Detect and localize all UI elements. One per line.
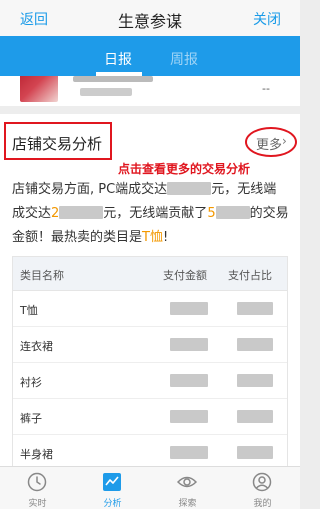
- nav-label: 我的: [253, 499, 272, 509]
- nav-item-analysis[interactable]: 分析: [75, 467, 150, 509]
- highlight-number: 5: [207, 206, 216, 221]
- category-name: 衬衫: [20, 376, 42, 389]
- redacted-share: [237, 338, 273, 351]
- category-name: 连衣裙: [20, 340, 53, 353]
- annotation-text: 点击查看更多的交易分析: [118, 162, 251, 176]
- column-header-amount: 支付金额: [163, 269, 207, 282]
- close-button[interactable]: 关闭: [253, 9, 281, 29]
- more-link[interactable]: 更多: [256, 134, 282, 153]
- nav-item-realtime[interactable]: 实时: [0, 467, 75, 509]
- product-thumbnail: [20, 76, 58, 102]
- table-header: 类目名称 支付金额 支付占比: [13, 257, 287, 291]
- eye-icon: [177, 476, 197, 488]
- tab-weekly-report[interactable]: 周报: [170, 49, 198, 69]
- top-category: T恤: [142, 230, 163, 245]
- summary-text: 成交达: [12, 206, 52, 221]
- redacted-share: [237, 302, 273, 315]
- redacted-share: [237, 446, 273, 459]
- redacted-value: [59, 206, 104, 219]
- report-tab-bar: 日报 周报: [0, 36, 300, 76]
- category-name: 半身裙: [20, 448, 53, 461]
- table-row[interactable]: 连衣裙: [13, 327, 287, 363]
- summary-text: 元，无线端贡献了: [103, 206, 208, 221]
- user-icon: [252, 472, 272, 492]
- redacted-share: [237, 410, 273, 423]
- category-name: 裤子: [20, 412, 42, 425]
- top-bar: 返回 生意参谋 关闭: [0, 0, 300, 36]
- redacted-amount: [170, 410, 208, 423]
- tab-daily-report[interactable]: 日报: [104, 49, 132, 69]
- summary-paragraph: 店铺交易方面, PC端成交达 元，无线端 成交达2 元，无线端贡献了5 的交易 金额！…: [12, 178, 294, 250]
- redacted-share: [237, 374, 273, 387]
- table-row[interactable]: 裤子: [13, 399, 287, 435]
- nav-item-explore[interactable]: 探索: [150, 467, 225, 509]
- nav-label: 实时: [28, 499, 47, 509]
- category-name: T恤: [20, 304, 38, 317]
- redacted-text: [73, 76, 153, 82]
- redacted-amount: [170, 446, 208, 459]
- chevron-right-icon[interactable]: ›: [282, 134, 287, 148]
- summary-text: 的交易: [249, 206, 289, 221]
- bottom-navigation: 实时 分析 探索 我的: [0, 466, 300, 509]
- redacted-amount: [170, 338, 208, 351]
- previous-list-item: --: [0, 76, 300, 106]
- store-transaction-analysis-card: 店铺交易分析 更多 › 点击查看更多的交易分析 店铺交易方面, PC端成交达 元，…: [0, 114, 300, 472]
- nav-item-mine[interactable]: 我的: [225, 467, 300, 509]
- category-table: 类目名称 支付金额 支付占比 T恤 连衣裙 衬衫 裤子 半身裙: [12, 256, 288, 472]
- section-title: 店铺交易分析: [12, 135, 103, 153]
- column-header-category: 类目名称: [20, 269, 64, 282]
- redacted-value: [167, 182, 212, 195]
- redacted-text: [80, 88, 132, 96]
- table-row[interactable]: T恤: [13, 291, 287, 327]
- nav-label: 分析: [103, 499, 122, 509]
- highlight-number: 2: [51, 206, 60, 221]
- item-value: --: [262, 82, 270, 95]
- nav-label: 探索: [178, 499, 197, 509]
- summary-text: 金额！最热卖的类目是: [12, 230, 143, 245]
- clock-icon: [27, 472, 47, 492]
- table-row[interactable]: 衬衫: [13, 363, 287, 399]
- redacted-value: [215, 206, 250, 219]
- column-header-share: 支付占比: [228, 269, 272, 282]
- redacted-amount: [170, 374, 208, 387]
- summary-text: 元，无线端: [211, 182, 277, 197]
- redacted-amount: [170, 302, 208, 315]
- summary-text: !: [162, 230, 169, 245]
- chart-icon: [103, 473, 121, 491]
- summary-text: 店铺交易方面, PC端成交达: [12, 182, 168, 197]
